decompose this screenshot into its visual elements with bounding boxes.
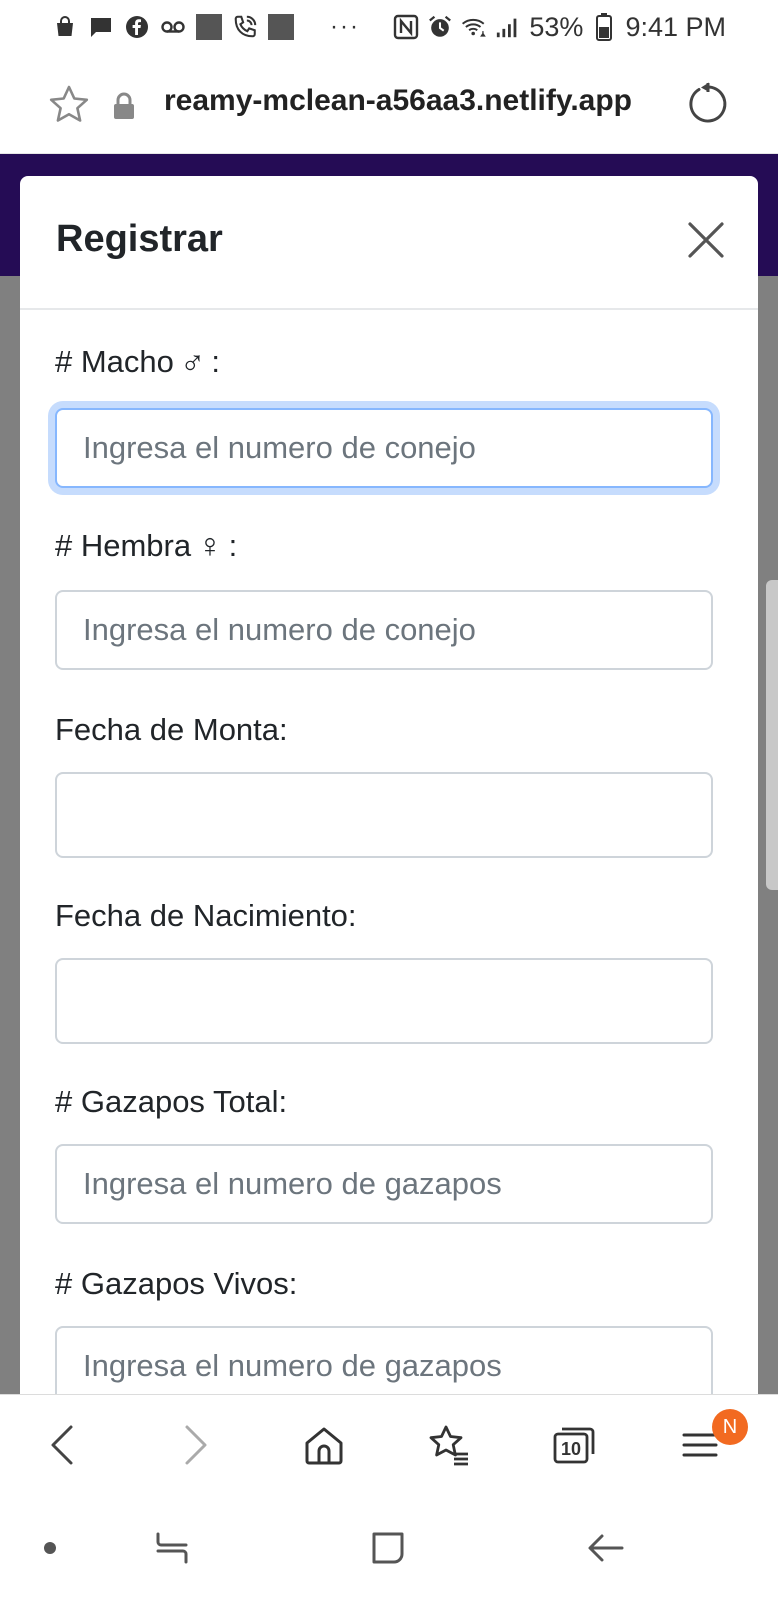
back-icon[interactable] <box>38 1421 86 1469</box>
reload-icon[interactable] <box>686 82 730 126</box>
gazapos-vivos-label: # Gazapos Vivos: <box>55 1266 298 1301</box>
more-notifications-icon: ··· <box>330 13 360 40</box>
macho-input[interactable] <box>55 408 713 488</box>
nav-dot-icon[interactable] <box>28 1526 72 1570</box>
facebook-icon <box>124 14 150 40</box>
notification-icons: ··· <box>52 13 360 41</box>
hembra-label-colon: : <box>228 528 238 563</box>
wifi-icon <box>461 14 487 40</box>
lock-icon <box>112 92 136 120</box>
register-modal: Registrar # Macho ♂ : # Hembra ♀ : Fecha… <box>20 176 758 1416</box>
hembra-label: # Hembra ♀ : <box>55 528 237 564</box>
battery-percentage: 53% <box>529 11 584 42</box>
fecha-monta-label: Fecha de Monta: <box>55 712 288 747</box>
image-placeholder-icon <box>196 14 222 40</box>
page-scrollbar[interactable] <box>766 580 778 890</box>
fecha-nacimiento-label: Fecha de Nacimiento: <box>55 898 357 933</box>
home-icon[interactable] <box>300 1421 348 1469</box>
macho-label-text: # Macho <box>55 344 174 379</box>
macho-label: # Macho ♂ : <box>55 344 220 380</box>
fecha-monta-input[interactable] <box>55 772 713 858</box>
android-nav-bar <box>0 1494 778 1600</box>
browser-toolbar: 10 N <box>0 1394 778 1494</box>
home-button-icon[interactable] <box>366 1526 410 1570</box>
fecha-nacimiento-input[interactable] <box>55 958 713 1044</box>
male-symbol-icon: ♂ <box>179 343 206 381</box>
url-field[interactable]: reamy-mclean-a56aa3.netlify.app <box>164 84 632 118</box>
wifi-call-icon <box>232 14 258 40</box>
recent-apps-icon[interactable] <box>150 1526 194 1570</box>
notification-badge: N <box>712 1409 748 1445</box>
clock: 9:41 PM <box>625 11 726 42</box>
modal-title: Registrar <box>56 218 223 260</box>
status-bar: ··· 53% 9:41 PM <box>0 0 778 54</box>
alarm-icon <box>427 14 453 40</box>
bookmarks-icon[interactable] <box>424 1421 472 1469</box>
system-status: 53% 9:41 PM <box>393 12 726 43</box>
message-icon <box>88 14 114 40</box>
tabs-icon[interactable]: 10 <box>550 1421 598 1469</box>
nav-back-icon[interactable] <box>584 1526 628 1570</box>
gazapos-total-label: # Gazapos Total: <box>55 1084 288 1119</box>
bookmark-star-icon[interactable] <box>48 84 90 126</box>
battery-icon <box>591 13 617 41</box>
shopping-bag-icon <box>52 14 78 40</box>
macho-label-colon: : <box>211 344 221 379</box>
signal-icon <box>495 14 521 40</box>
browser-address-bar: reamy-mclean-a56aa3.netlify.app <box>0 54 778 154</box>
modal-header: Registrar <box>20 176 758 310</box>
tabs-count: 10 <box>560 1438 582 1459</box>
voicemail-icon <box>160 14 186 40</box>
close-icon[interactable] <box>686 220 726 260</box>
female-symbol-icon: ♀ <box>197 527 223 565</box>
hembra-label-text: # Hembra <box>55 528 192 563</box>
gazapos-total-input[interactable] <box>55 1144 713 1224</box>
forward-icon[interactable] <box>172 1421 220 1469</box>
hembra-input[interactable] <box>55 590 713 670</box>
nfc-icon <box>393 14 419 40</box>
image-placeholder-icon <box>268 14 294 40</box>
